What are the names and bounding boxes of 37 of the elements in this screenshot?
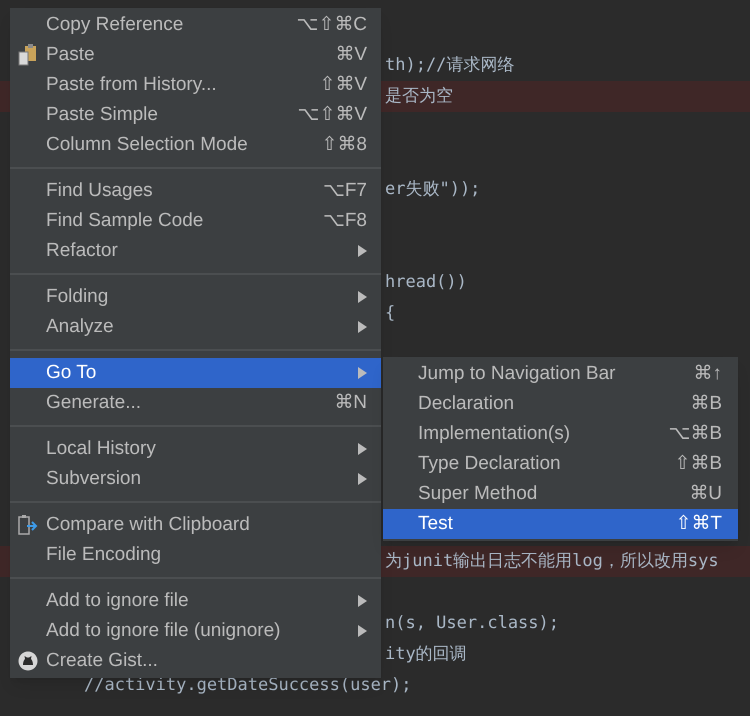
menu-item[interactable]: Subversion (10, 464, 381, 494)
code-text: 是否为空 (385, 84, 453, 108)
menu-item[interactable]: Go To (10, 358, 381, 388)
menu-item[interactable]: Create Gist... (10, 646, 381, 676)
menu-item[interactable]: Super Method ⌘U (383, 479, 738, 509)
cat-icon (18, 651, 38, 671)
code-text: ity的回调 (385, 642, 467, 666)
compare-icon (17, 514, 39, 536)
code-text: er失败")); (385, 178, 480, 201)
code-text: n(s, User.class); (385, 612, 559, 635)
code-text: th);//请求网络 (385, 54, 514, 77)
menu-item[interactable]: Folding (10, 282, 381, 312)
menu-item[interactable]: Find Sample Code ⌥F8 (10, 206, 381, 236)
menu-item[interactable]: Paste from History... ⇧⌘V (10, 70, 381, 100)
code-text: //activity.getDateSuccess(user); (84, 674, 412, 697)
menu-item[interactable]: Test ⇧⌘T (383, 509, 738, 539)
menu-item[interactable]: Paste ⌘V (10, 40, 381, 70)
menu-item[interactable]: Paste Simple ⌥⇧⌘V (10, 100, 381, 130)
code-text: 为junit输出日志不能用log，所以改用sys (385, 550, 719, 573)
menu-item[interactable]: Refactor (10, 236, 381, 266)
menu-item[interactable]: Compare with Clipboard (10, 510, 381, 540)
menu-item[interactable]: File Encoding (10, 540, 381, 570)
code-text: { (385, 302, 396, 325)
menu-item[interactable]: Declaration ⌘B (383, 389, 738, 419)
clipboard-icon (18, 44, 38, 66)
menu-item[interactable]: Column Selection Mode ⇧⌘8 (10, 130, 381, 160)
menu-item[interactable]: Type Declaration ⇧⌘B (383, 449, 738, 479)
menu-item[interactable]: Add to ignore file (unignore) (10, 616, 381, 646)
menu-item[interactable]: Add to ignore file (10, 586, 381, 616)
code-text: hread()) (385, 270, 467, 294)
menu-item[interactable]: Implementation(s) ⌥⌘B (383, 419, 738, 449)
menu-item[interactable]: Copy Reference ⌥⇧⌘C (10, 10, 381, 40)
menu-item[interactable]: Generate... ⌘N (10, 388, 381, 418)
menu-item[interactable]: Jump to Navigation Bar ⌘↑ (383, 359, 738, 389)
menu-item[interactable]: Find Usages ⌥F7 (10, 176, 381, 206)
menu-item[interactable]: Analyze (10, 312, 381, 342)
menu-item[interactable]: Local History (10, 434, 381, 464)
